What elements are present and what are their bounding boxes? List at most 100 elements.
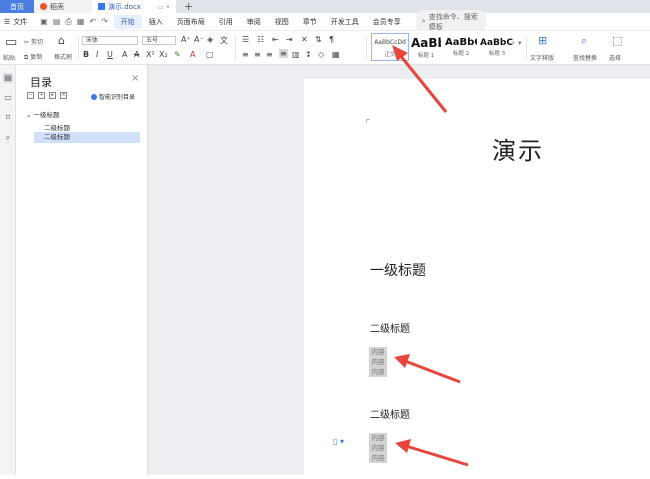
line-spacing-icon[interactable]: ↕ xyxy=(305,50,312,59)
phonetic-icon[interactable]: 文 xyxy=(220,35,228,46)
bookmark-icon[interactable]: ⌑ xyxy=(3,113,13,123)
format-painter-icon[interactable]: ⌂ xyxy=(58,34,65,47)
font-color-icon[interactable]: A xyxy=(190,50,195,59)
tab-home[interactable]: 首页 xyxy=(0,0,34,13)
content-block[interactable]: 内容 内容 内容 xyxy=(369,433,387,463)
search-icon[interactable]: ⌕ xyxy=(3,133,13,143)
menu-references[interactable]: 引用 xyxy=(212,17,240,27)
shading-icon[interactable]: ◇ xyxy=(318,50,324,59)
tab-document[interactable]: 演示.docx ▭ • xyxy=(92,0,176,13)
bold-icon[interactable]: B xyxy=(83,50,89,59)
delete-icon[interactable]: × xyxy=(60,92,67,99)
style-normal[interactable]: AaBbCcDd 正文 xyxy=(371,33,409,61)
superscript-icon[interactable]: X² xyxy=(146,50,155,59)
menu-section[interactable]: 章节 xyxy=(296,17,324,27)
align-center-icon[interactable]: ≡ xyxy=(254,50,261,59)
close-icon[interactable]: × xyxy=(131,73,139,84)
menu-home[interactable]: 开始 xyxy=(113,14,142,29)
numbered-list-icon[interactable]: ☷ xyxy=(257,35,264,44)
menu-review[interactable]: 审阅 xyxy=(240,17,268,27)
tab-home-label: 首页 xyxy=(10,2,24,11)
select-icon[interactable]: ⬚ xyxy=(612,34,622,47)
command-search[interactable]: ⌕ 查找命令、搜索模板 xyxy=(415,9,486,34)
clear-format-icon[interactable]: ◈ xyxy=(207,35,213,44)
heading-level-2[interactable]: 二级标题 xyxy=(370,320,410,335)
redo-icon[interactable]: ↷ xyxy=(101,17,108,27)
increase-indent-icon[interactable]: ⇥ xyxy=(286,35,293,44)
toc-item-selected[interactable]: 二级标题 xyxy=(34,132,140,143)
find-replace-icon[interactable]: ⌕ xyxy=(581,34,587,48)
toc-item[interactable]: ⌄ 一级标题 xyxy=(26,109,60,119)
chinese-layout-icon[interactable]: ✕ xyxy=(301,35,308,44)
save-icon[interactable]: ▣ xyxy=(40,17,48,27)
grow-font-icon[interactable]: A⁺ xyxy=(181,35,191,44)
folder-icon[interactable]: ▭ xyxy=(3,93,13,103)
format-painter-button[interactable]: 格式刷 xyxy=(54,52,72,61)
document-page[interactable]: 演示 一级标题 二级标题 内容 内容 内容 二级标题 内容 内容 内容 xyxy=(304,79,650,479)
align-right-icon[interactable]: ≡ xyxy=(266,50,273,59)
shrink-font-icon[interactable]: A⁻ xyxy=(194,35,204,44)
toc-panel-icon[interactable]: ▤ xyxy=(3,73,13,83)
ribbon-toolbar: ▭ 粘贴 ✂ 剪切 ⧉ 复制 ⌂ 格式刷 宋体 五号 A⁺ A⁻ ◈ 文 B I… xyxy=(0,31,650,65)
text-layout-button[interactable]: 文字排版 xyxy=(530,53,554,62)
print-icon[interactable]: ⎙ xyxy=(65,17,71,27)
find-replace-button[interactable]: 查找替换 xyxy=(573,53,597,62)
menu-insert[interactable]: 插入 xyxy=(142,17,170,27)
style-heading-1[interactable]: AaBb 标题 1 xyxy=(410,33,442,61)
heading-level-2[interactable]: 二级标题 xyxy=(370,406,410,421)
style-heading-2[interactable]: AaBbC 标题 2 xyxy=(444,33,478,61)
menu-page-layout[interactable]: 页面布局 xyxy=(170,17,212,27)
cut-button[interactable]: ✂ 剪切 xyxy=(24,37,43,46)
export-pdf-icon[interactable]: ▤ xyxy=(53,17,61,27)
smart-toc-button[interactable]: 智能识别目录 xyxy=(91,92,135,101)
sort-icon[interactable]: ⇅ xyxy=(315,35,322,44)
font-color-alt-icon[interactable]: A xyxy=(122,50,127,59)
strikethrough-icon[interactable]: A xyxy=(134,50,139,59)
char-border-icon[interactable]: ▢ xyxy=(206,50,214,59)
font-name-select[interactable]: 宋体 xyxy=(82,36,138,45)
content-block[interactable]: 内容 内容 内容 xyxy=(369,347,387,377)
style-heading-3[interactable]: AaBbCc 标题 3 xyxy=(479,33,515,61)
ribbon-divider xyxy=(78,35,79,61)
menu-view[interactable]: 视图 xyxy=(268,17,296,27)
style-normal-label: 正文 xyxy=(384,52,396,58)
level-icon[interactable]: ▸ xyxy=(49,92,56,99)
print-preview-icon[interactable]: ▦ xyxy=(77,17,85,27)
document-title[interactable]: 演示 xyxy=(492,131,544,166)
new-tab-button[interactable]: + xyxy=(176,0,201,13)
tab-docer[interactable]: 稻壳 xyxy=(34,0,92,13)
document-canvas: 演示 一级标题 二级标题 内容 内容 内容 二级标题 内容 内容 内容 ▯ ▾ xyxy=(148,65,650,479)
paragraph-handle-icon[interactable]: ▯ ▾ xyxy=(333,437,344,446)
align-left-icon[interactable]: ≡ xyxy=(242,50,249,59)
style-heading-1-sample: AaBb xyxy=(411,36,441,50)
undo-icon[interactable]: ↶ xyxy=(89,17,96,27)
menu-member[interactable]: 会员专享 xyxy=(366,17,408,27)
show-marks-icon[interactable]: ¶ xyxy=(329,35,334,44)
paste-button[interactable]: 粘贴 xyxy=(3,53,15,62)
subscript-icon[interactable]: X₂ xyxy=(159,50,168,59)
tab-tools-icon[interactable]: ▭ • xyxy=(157,3,170,11)
style-heading-3-sample: AaBbCc xyxy=(480,38,514,48)
collapse-icon[interactable]: − xyxy=(27,92,34,99)
text-layout-icon[interactable]: ⊞ xyxy=(538,34,547,47)
menu-developer[interactable]: 开发工具 xyxy=(324,17,366,27)
toc-item[interactable]: 二级标题 xyxy=(44,122,70,132)
styles-more-icon[interactable]: ▾ xyxy=(518,39,522,47)
file-menu[interactable]: ☰ 文件 xyxy=(0,17,34,27)
italic-icon[interactable]: I xyxy=(96,50,98,59)
expand-icon[interactable]: + xyxy=(38,92,45,99)
underline-icon[interactable]: U xyxy=(107,50,113,59)
heading-level-1[interactable]: 一级标题 xyxy=(370,260,426,280)
paste-icon[interactable]: ▭ xyxy=(5,35,17,50)
bullet-list-icon[interactable]: ☰ xyxy=(242,35,249,44)
decrease-indent-icon[interactable]: ⇤ xyxy=(272,35,279,44)
distribute-icon[interactable]: ▥ xyxy=(292,50,300,59)
copy-button[interactable]: ⧉ 复制 xyxy=(24,52,42,62)
justify-icon[interactable]: ≡ xyxy=(279,49,288,58)
borders-icon[interactable]: ▦ xyxy=(332,50,340,59)
font-size-select[interactable]: 五号 xyxy=(142,36,176,45)
margin-corner-mark xyxy=(366,119,370,123)
highlight-icon[interactable]: ✎ xyxy=(174,50,181,59)
content-line: 内容 xyxy=(371,434,385,442)
select-button[interactable]: 选择 xyxy=(609,53,621,62)
